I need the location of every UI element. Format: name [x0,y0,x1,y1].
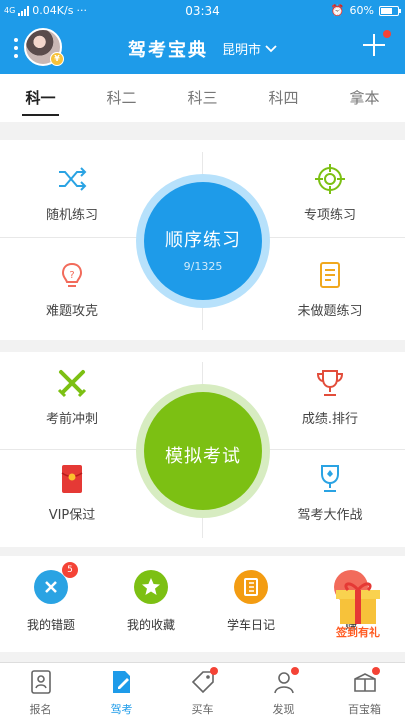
learning-diary-label: 学车日记 [226,618,275,632]
tab-buy-car-label: 买车 [191,703,214,716]
add-icon[interactable] [363,34,385,56]
sequence-practice-button[interactable]: 顺序练习 9/1325 [136,174,270,308]
random-practice[interactable]: 随机练习 [12,162,132,223]
svg-text:?: ? [69,270,74,281]
mistakes-badge: 5 [62,562,78,578]
alarm-icon: ⏰ [330,4,345,17]
app-title: 驾考宝典 [128,40,208,61]
battery-percent: 60% [349,4,374,17]
battery-icon [379,5,401,16]
lightbulb-icon: ? [61,262,83,287]
bottom-tab-bar: 报名 驾考 买车 发现 百宝箱 [0,662,405,720]
random-practice-label: 随机练习 [45,208,98,223]
tab-discover[interactable]: 发现 [243,663,324,720]
tab-buy-car[interactable]: 买车 [162,663,243,720]
crossed-swords-icon [57,370,87,398]
pre-exam-sprint[interactable]: 考前冲刺 [12,366,132,427]
tab-subject-3[interactable]: 科三 [162,74,243,122]
shuffle-icon [59,167,87,191]
chevron-down-icon [265,44,277,52]
star-icon [134,570,168,604]
id-card-icon [30,670,51,694]
check-in-gift[interactable]: 签到有礼 [330,578,386,644]
subject-tabs: 科一 科二 科三 科四 拿本 [0,74,405,122]
trophy-icon [316,370,344,396]
tab-driving-test[interactable]: 驾考 [81,663,162,720]
status-bar: 4G 0.04K/s ··· 03:34 ⏰ 60% [0,0,405,22]
undone-practice-label: 未做题练习 [297,304,363,319]
tab-subject-1[interactable]: 科一 [0,74,81,122]
sequence-progress: 9/1325 [183,260,223,273]
sequence-practice-label: 顺序练习 [165,230,241,251]
close-circle-icon: 5 [34,562,78,604]
mock-exam-label: 模拟考试 [165,446,241,467]
pre-exam-sprint-label: 考前冲刺 [45,412,98,427]
tab-driving-test-label: 驾考 [110,703,133,716]
notebook-icon [234,570,268,604]
exam-battle[interactable]: 驾考大作战 [270,462,390,523]
cup-icon [321,465,339,492]
tab-toolbox-label: 百宝箱 [348,703,381,716]
gift-box-icon [336,582,380,624]
tab-subject-4[interactable]: 科四 [243,74,324,122]
city-label: 昆明市 [222,43,262,58]
my-mistakes[interactable]: 5 我的错题 [6,562,96,633]
tab-register[interactable]: 报名 [0,663,81,720]
my-favorites[interactable]: 我的收藏 [106,570,196,633]
undone-practice[interactable]: 未做题练习 [270,258,390,319]
notification-dot [383,30,391,38]
scores-ranking-label: 成绩.排行 [301,412,359,427]
discover-dot [291,667,300,675]
document-icon [320,262,340,288]
tab-toolbox[interactable]: 百宝箱 [324,663,405,720]
vip-guarantee[interactable]: VIP保过 [12,462,132,523]
tab-subject-2[interactable]: 科二 [81,74,162,122]
tab-register-label: 报名 [29,703,52,716]
vip-guarantee-label: VIP保过 [48,508,96,523]
difficult-questions[interactable]: ? 难题攻克 [12,258,132,319]
difficult-questions-label: 难题攻克 [45,304,98,319]
my-favorites-label: 我的收藏 [126,618,175,632]
mock-exam-button[interactable]: 模拟考试 [136,384,270,518]
menu-icon[interactable] [14,38,18,58]
red-envelope-icon [61,465,83,493]
app-header: ¥ 驾考宝典 昆明市 [0,22,405,74]
scores-ranking[interactable]: 成绩.排行 [270,366,390,427]
tab-get-license[interactable]: 拿本 [324,74,405,122]
edit-document-icon [112,671,130,693]
toolbox-dot [372,667,381,675]
special-practice[interactable]: 专项练习 [270,162,390,223]
my-mistakes-label: 我的错题 [26,618,75,632]
exam-battle-label: 驾考大作战 [297,508,363,523]
learning-diary[interactable]: 学车日记 [206,570,296,633]
special-practice-label: 专项练习 [303,208,356,223]
city-selector[interactable]: 昆明市 [222,39,277,58]
coin-badge: ¥ [50,52,64,66]
gift-label: 签到有礼 [336,626,380,639]
buy-car-dot [210,667,219,675]
target-icon [315,164,345,194]
tab-discover-label: 发现 [272,703,295,716]
